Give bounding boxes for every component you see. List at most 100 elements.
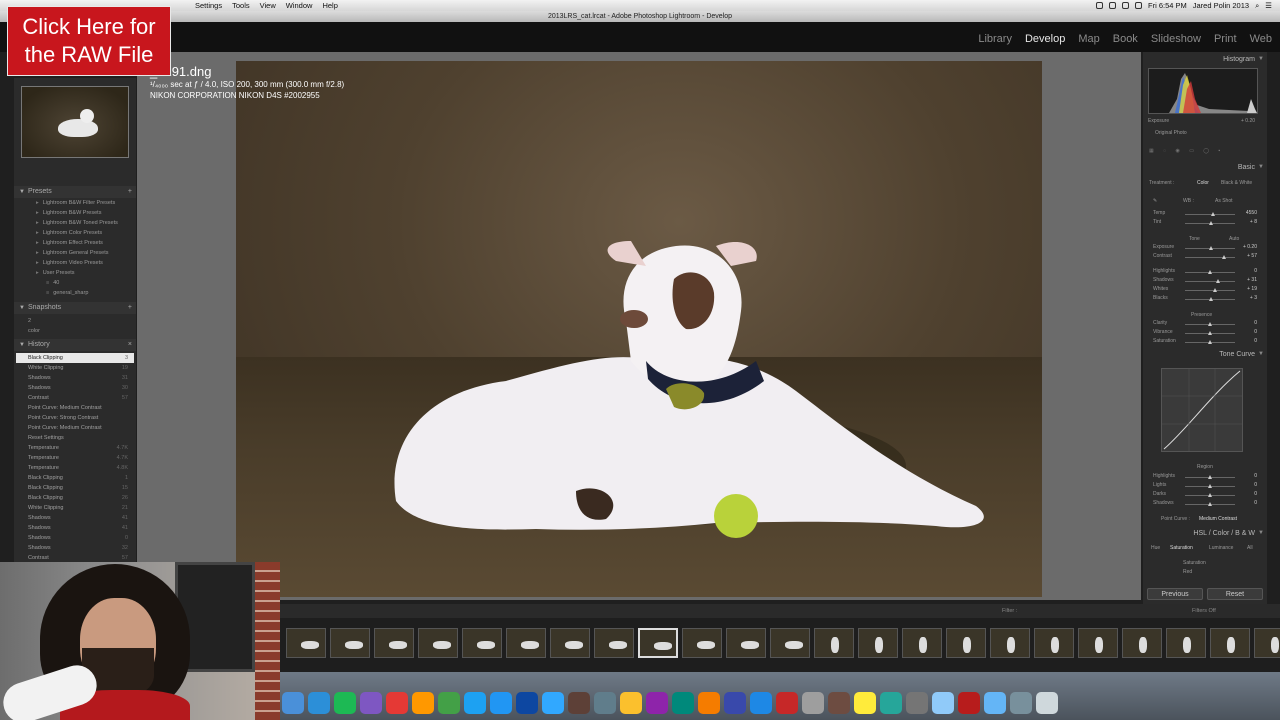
wifi-icon[interactable] bbox=[1135, 2, 1142, 9]
slider-knob[interactable] bbox=[1208, 484, 1212, 488]
filmstrip-thumbnail[interactable] bbox=[638, 628, 678, 658]
preset-folder[interactable]: ≡ 40 bbox=[46, 280, 59, 286]
filmstrip-thumbnail[interactable] bbox=[990, 628, 1030, 658]
slider-knob[interactable] bbox=[1209, 221, 1213, 225]
preset-folder[interactable]: ▸ Lightroom Effect Presets bbox=[36, 240, 103, 246]
dock-app-icon[interactable] bbox=[282, 692, 304, 714]
tool-strip[interactable]: ▦ ◌ ◉ ▭ ◯ ▪ bbox=[1149, 148, 1224, 154]
filmstrip-thumbnail[interactable] bbox=[330, 628, 370, 658]
dock-app-icon[interactable] bbox=[880, 692, 902, 714]
filmstrip-thumbnail[interactable] bbox=[418, 628, 458, 658]
slider-value[interactable]: 0 bbox=[1254, 268, 1257, 274]
navigator-thumbnail[interactable] bbox=[21, 86, 129, 158]
dock-app-icon[interactable] bbox=[386, 692, 408, 714]
module-map[interactable]: Map bbox=[1078, 33, 1099, 45]
module-slideshow[interactable]: Slideshow bbox=[1151, 33, 1201, 45]
history-item[interactable]: Shadows 32 bbox=[16, 543, 134, 553]
add-snapshot-icon[interactable]: + bbox=[128, 302, 132, 314]
history-item[interactable]: White Clipping 19 bbox=[16, 363, 134, 373]
preset-folder[interactable]: ≡ general_sharp bbox=[46, 290, 88, 296]
menu-settings[interactable]: Settings bbox=[190, 1, 227, 10]
histogram-header[interactable]: Histogram ▼ bbox=[1143, 54, 1267, 65]
clear-history-icon[interactable]: × bbox=[128, 339, 132, 351]
history-item[interactable]: Reset Settings bbox=[16, 433, 134, 443]
history-item[interactable]: Temperature 4.8K bbox=[16, 463, 134, 473]
slider-value[interactable]: + 0.20 bbox=[1243, 244, 1257, 250]
dock-app-icon[interactable] bbox=[776, 692, 798, 714]
hsl-tab-saturation[interactable]: Saturation bbox=[1170, 545, 1193, 551]
dock-app-icon[interactable] bbox=[672, 692, 694, 714]
filmstrip-thumbnail[interactable] bbox=[726, 628, 766, 658]
menu-tools[interactable]: Tools bbox=[227, 1, 255, 10]
preset-folder[interactable]: ▸ Lightroom B&W Presets bbox=[36, 210, 101, 216]
preset-folder[interactable]: ▸ Lightroom Color Presets bbox=[36, 230, 102, 236]
module-book[interactable]: Book bbox=[1113, 33, 1138, 45]
wb-select[interactable]: As Shot bbox=[1215, 198, 1233, 204]
dock-app-icon[interactable] bbox=[308, 692, 330, 714]
status-icon[interactable] bbox=[1096, 2, 1103, 9]
dog-photo[interactable] bbox=[236, 61, 1042, 597]
dock-app-icon[interactable] bbox=[984, 692, 1006, 714]
history-item[interactable]: Point Curve: Strong Contrast bbox=[16, 413, 134, 423]
history-item[interactable]: Shadows 41 bbox=[16, 523, 134, 533]
list-icon[interactable]: ☰ bbox=[1265, 1, 1272, 10]
slider-knob[interactable] bbox=[1208, 322, 1212, 326]
user-name[interactable]: Jared Polin 2013 bbox=[1193, 1, 1249, 10]
slider-value[interactable]: 4550 bbox=[1246, 210, 1257, 216]
filmstrip-thumbnail[interactable] bbox=[770, 628, 810, 658]
filmstrip-thumbnail[interactable] bbox=[1078, 628, 1118, 658]
filmstrip-thumbnail[interactable] bbox=[462, 628, 502, 658]
history-item[interactable]: Black Clipping 26 bbox=[16, 493, 134, 503]
history-item[interactable]: Shadows 0 bbox=[16, 533, 134, 543]
slider-value[interactable]: + 31 bbox=[1247, 277, 1257, 283]
filmstrip-thumbnail[interactable] bbox=[1122, 628, 1162, 658]
history-item[interactable]: Temperature 4.7K bbox=[16, 453, 134, 463]
slider-value[interactable]: + 3 bbox=[1250, 295, 1257, 301]
history-item[interactable]: Black Clipping 15 bbox=[16, 483, 134, 493]
filmstrip-thumbnail[interactable] bbox=[506, 628, 546, 658]
filmstrip-thumbnail[interactable] bbox=[286, 628, 326, 658]
slider-track[interactable] bbox=[1185, 257, 1235, 258]
history-item[interactable]: Shadows 41 bbox=[16, 513, 134, 523]
original-photo-checkbox[interactable]: Original Photo bbox=[1155, 130, 1187, 136]
dock-app-icon[interactable] bbox=[854, 692, 876, 714]
history-item[interactable]: Black Clipping 1 bbox=[16, 473, 134, 483]
eyedropper-icon[interactable]: ✎ bbox=[1153, 198, 1157, 204]
slider-knob[interactable] bbox=[1208, 502, 1212, 506]
history-item[interactable]: Contrast 57 bbox=[16, 393, 134, 403]
slider-value[interactable]: 0 bbox=[1254, 329, 1257, 335]
history-item[interactable]: Point Curve: Medium Contrast bbox=[16, 423, 134, 433]
status-icon[interactable] bbox=[1122, 2, 1129, 9]
hsl-tab-luminance[interactable]: Luminance bbox=[1209, 545, 1233, 551]
slider-value[interactable]: 0 bbox=[1254, 500, 1257, 506]
hsl-tab-all[interactable]: All bbox=[1247, 545, 1253, 551]
preset-folder[interactable]: ▸ Lightroom B&W Filter Presets bbox=[36, 200, 115, 206]
dock-app-icon[interactable] bbox=[568, 692, 590, 714]
dock-app-icon[interactable] bbox=[594, 692, 616, 714]
history-item[interactable]: Temperature 4.7K bbox=[16, 443, 134, 453]
search-icon[interactable]: ⌕ bbox=[1255, 1, 1259, 11]
dock-app-icon[interactable] bbox=[542, 692, 564, 714]
module-develop[interactable]: Develop bbox=[1025, 33, 1065, 45]
filmstrip-thumbnail[interactable] bbox=[858, 628, 898, 658]
treatment-color-button[interactable]: Color bbox=[1197, 180, 1209, 186]
slider-value[interactable]: 0 bbox=[1254, 482, 1257, 488]
preset-folder[interactable]: ▸ Lightroom B&W Toned Presets bbox=[36, 220, 118, 226]
dock-app-icon[interactable] bbox=[802, 692, 824, 714]
filmstrip-thumbnail[interactable] bbox=[374, 628, 414, 658]
tone-curve-header[interactable]: Tone Curve ▼ bbox=[1143, 349, 1267, 360]
history-item[interactable]: Shadows 31 bbox=[16, 373, 134, 383]
presets-header[interactable]: ▼ Presets + bbox=[14, 186, 136, 198]
reset-button[interactable]: Reset bbox=[1207, 588, 1263, 600]
hsl-header[interactable]: HSL / Color / B & W ▼ bbox=[1143, 528, 1267, 539]
slider-knob[interactable] bbox=[1213, 288, 1217, 292]
dock-app-icon[interactable] bbox=[438, 692, 460, 714]
hsl-tab-hue[interactable]: Hue bbox=[1151, 545, 1160, 551]
slider-track[interactable] bbox=[1185, 290, 1235, 291]
dock-app-icon[interactable] bbox=[646, 692, 668, 714]
treatment-bw-button[interactable]: Black & White bbox=[1221, 180, 1252, 186]
auto-tone-button[interactable]: Auto bbox=[1229, 236, 1239, 242]
module-web[interactable]: Web bbox=[1250, 33, 1272, 45]
filmstrip-thumbnail[interactable] bbox=[1034, 628, 1074, 658]
status-icon[interactable] bbox=[1109, 2, 1116, 9]
